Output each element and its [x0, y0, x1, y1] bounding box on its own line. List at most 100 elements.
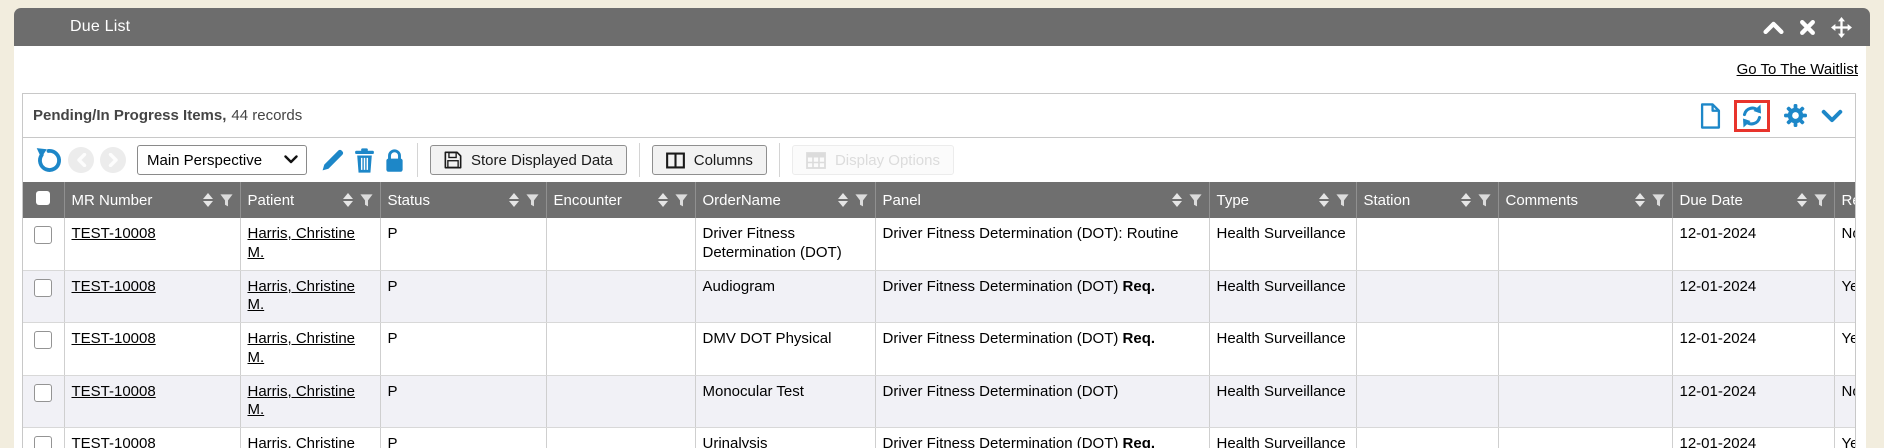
cell-due: 12-01-2024 [1672, 375, 1834, 428]
patient-link[interactable]: Harris, Christine M. [248, 435, 356, 448]
cell-order: Monocular Test [695, 375, 875, 428]
cell-required: Yes [1834, 428, 1856, 448]
new-document-button[interactable] [1700, 103, 1721, 129]
filter-icon[interactable] [1189, 194, 1202, 207]
cell-encounter [546, 323, 695, 376]
cell-panel: Driver Fitness Determination (DOT) Req. [875, 428, 1209, 448]
refresh-button[interactable] [1740, 104, 1764, 128]
sort-icon[interactable] [1172, 193, 1182, 207]
column-header-comments[interactable]: Comments [1498, 182, 1672, 218]
select-all-checkbox[interactable] [36, 191, 50, 205]
column-header-order[interactable]: OrderName [695, 182, 875, 218]
row-checkbox[interactable] [34, 436, 52, 448]
move-icon [1831, 17, 1852, 38]
sort-icon[interactable] [1461, 193, 1471, 207]
lock-perspective-button[interactable] [384, 148, 405, 173]
mr-number-link[interactable]: TEST-10008 [72, 383, 156, 400]
chevron-right-icon [108, 153, 119, 167]
column-label: Type [1217, 192, 1250, 209]
delete-perspective-button[interactable] [354, 148, 375, 173]
mr-number-link[interactable]: TEST-10008 [72, 435, 156, 448]
store-displayed-data-button[interactable]: Store Displayed Data [430, 145, 627, 175]
column-header-select-all[interactable] [23, 182, 64, 218]
cell-due: 12-01-2024 [1672, 270, 1834, 323]
column-header-mr[interactable]: MR Number [64, 182, 240, 218]
column-label: Due Date [1680, 192, 1743, 209]
column-header-required[interactable]: Required [1834, 182, 1856, 218]
patient-link[interactable]: Harris, Christine M. [248, 278, 356, 314]
filter-icon[interactable] [675, 194, 688, 207]
cell-required: Yes [1834, 270, 1856, 323]
display-options-button[interactable]: Display Options [792, 145, 954, 175]
cell-order: Audiogram [695, 270, 875, 323]
mr-number-link[interactable]: TEST-10008 [72, 330, 156, 347]
filter-icon[interactable] [1652, 194, 1665, 207]
columns-button[interactable]: Columns [652, 145, 767, 175]
filter-icon[interactable] [1336, 194, 1349, 207]
sort-icon[interactable] [203, 193, 213, 207]
cell-select [23, 218, 64, 270]
move-window-button[interactable] [1831, 17, 1852, 38]
edit-perspective-button[interactable] [320, 148, 345, 173]
row-checkbox[interactable] [34, 226, 52, 244]
cell-encounter [546, 270, 695, 323]
column-header-patient[interactable]: Patient [240, 182, 380, 218]
row-checkbox[interactable] [34, 279, 52, 297]
settings-button[interactable] [1783, 103, 1808, 128]
row-checkbox[interactable] [34, 384, 52, 402]
column-header-type[interactable]: Type [1209, 182, 1356, 218]
window-titlebar[interactable]: Due List [14, 8, 1870, 46]
filter-icon[interactable] [220, 194, 233, 207]
cell-encounter [546, 218, 695, 270]
filter-icon[interactable] [526, 194, 539, 207]
patient-link[interactable]: Harris, Christine M. [248, 225, 356, 261]
cell-patient: Harris, Christine M. [240, 323, 380, 376]
cell-type: Health Surveillance [1209, 323, 1356, 376]
filter-icon[interactable] [1814, 194, 1827, 207]
sort-icon[interactable] [1635, 193, 1645, 207]
sort-icon[interactable] [509, 193, 519, 207]
filter-icon[interactable] [360, 194, 373, 207]
cell-panel: Driver Fitness Determination (DOT) Req. [875, 270, 1209, 323]
column-header-panel[interactable]: Panel [875, 182, 1209, 218]
filter-icon[interactable] [855, 194, 868, 207]
sort-icon[interactable] [838, 193, 848, 207]
column-label: Required [1842, 192, 1857, 209]
cell-select [23, 323, 64, 376]
cell-mr: TEST-10008 [64, 270, 240, 323]
cell-type: Health Surveillance [1209, 270, 1356, 323]
undo-button[interactable] [35, 147, 62, 174]
column-header-status[interactable]: Status [380, 182, 546, 218]
gear-icon [1783, 103, 1808, 128]
patient-link[interactable]: Harris, Christine M. [248, 383, 356, 419]
cell-mr: TEST-10008 [64, 428, 240, 448]
close-window-button[interactable] [1799, 19, 1816, 36]
patient-link[interactable]: Harris, Christine M. [248, 330, 356, 366]
sort-icon[interactable] [1797, 193, 1807, 207]
cell-patient: Harris, Christine M. [240, 270, 380, 323]
previous-perspective-button[interactable] [68, 147, 94, 173]
sort-icon[interactable] [343, 193, 353, 207]
go-to-waitlist-link[interactable]: Go To The Waitlist [1737, 61, 1858, 78]
mr-number-link[interactable]: TEST-10008 [72, 278, 156, 295]
filter-icon[interactable] [1478, 194, 1491, 207]
perspective-select[interactable]: Main Perspective [137, 145, 307, 175]
next-perspective-button[interactable] [100, 147, 126, 173]
sort-icon[interactable] [1319, 193, 1329, 207]
refresh-icon [1740, 104, 1764, 128]
column-header-station[interactable]: Station [1356, 182, 1498, 218]
window-title: Due List [70, 18, 130, 36]
records-count: 44 records [231, 107, 302, 124]
row-checkbox[interactable] [34, 331, 52, 349]
column-label: Station [1364, 192, 1411, 209]
cell-status: P [380, 375, 546, 428]
sort-icon[interactable] [658, 193, 668, 207]
new-document-icon [1700, 103, 1721, 129]
column-header-due[interactable]: Due Date [1672, 182, 1834, 218]
collapse-window-button[interactable] [1763, 21, 1784, 34]
mr-number-link[interactable]: TEST-10008 [72, 225, 156, 242]
column-header-encounter[interactable]: Encounter [546, 182, 695, 218]
column-label: Patient [248, 192, 295, 209]
panel-collapse-button[interactable] [1821, 109, 1843, 123]
column-label: MR Number [72, 192, 153, 209]
